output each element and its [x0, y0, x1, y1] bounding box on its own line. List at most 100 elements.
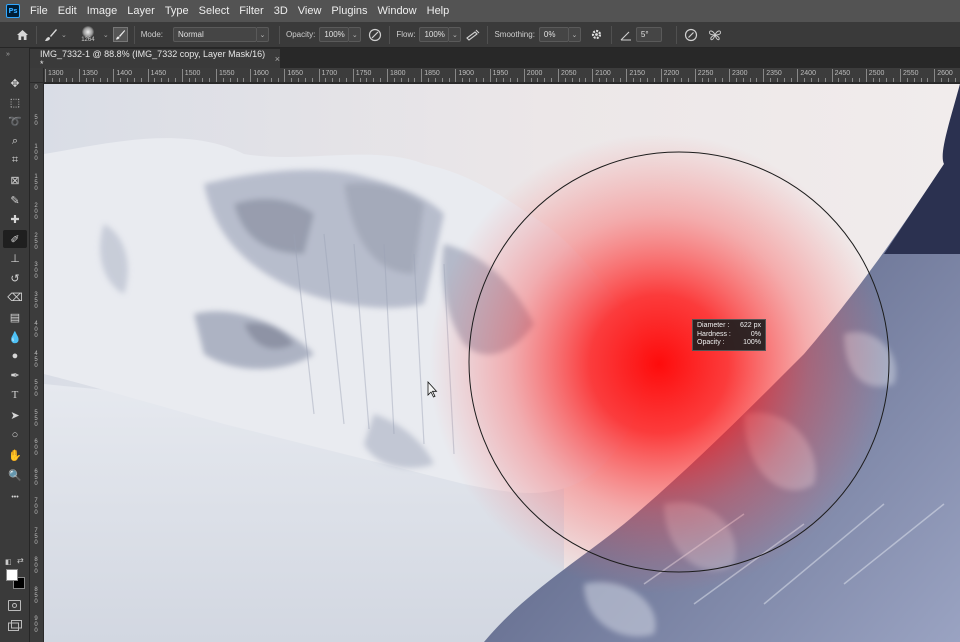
ruler-tick	[86, 78, 88, 82]
pressure-size-icon[interactable]	[683, 27, 699, 43]
screen-mode-icon[interactable]	[8, 620, 22, 631]
divider	[389, 25, 391, 44]
gradient-tool-icon[interactable]: ▤	[3, 308, 27, 326]
menu-edit[interactable]: Edit	[58, 5, 77, 17]
smoothing-input[interactable]: 0%	[538, 27, 569, 42]
ruler-tick	[99, 78, 101, 82]
zoom-tool-icon[interactable]: 🔍	[3, 466, 27, 484]
menu-file[interactable]: File	[30, 5, 48, 17]
photo-snowy-mountain	[44, 84, 960, 642]
menu-layer[interactable]: Layer	[127, 5, 155, 17]
divider	[610, 25, 612, 44]
ruler-tick-label: 8 5 0	[34, 586, 38, 605]
ruler-tick	[434, 78, 436, 82]
vertical-ruler[interactable]: 0 5 0 1 0 0 1 5 0 2 0 0 2 5 0 3 0 0 3 5 0 4 0 0 4…	[30, 83, 44, 642]
menu-view[interactable]: View	[298, 5, 322, 17]
ruler-tick	[701, 78, 703, 82]
collapse-panel-icon[interactable]: »	[6, 51, 10, 58]
menu-filter[interactable]: Filter	[239, 5, 263, 17]
ruler-origin[interactable]	[30, 68, 44, 83]
menu-plugins[interactable]: Plugins	[331, 5, 367, 17]
ruler-tick	[58, 78, 60, 82]
chevron-down-icon[interactable]: ⌄	[349, 27, 362, 42]
chevron-down-icon[interactable]: ⌄	[103, 31, 109, 39]
document-tab-bar: IMG_7332-1 @ 88.8% (IMG_7332 copy, Layer…	[30, 49, 960, 69]
pen-tool-icon[interactable]: ✒	[3, 366, 27, 384]
symmetry-butterfly-icon[interactable]	[707, 27, 723, 43]
chevron-down-icon[interactable]: ⌄	[449, 27, 462, 42]
ruler-tick-label: 1500	[184, 70, 201, 77]
ruler-tick-label: 0	[34, 85, 38, 91]
ruler-tick	[325, 78, 327, 82]
crop-tool-icon[interactable]: ⌗	[3, 151, 27, 169]
photoshop-logo[interactable]: Ps	[6, 4, 20, 18]
dodge-tool-icon[interactable]: ●	[3, 347, 27, 365]
ruler-tick-label: 2250	[697, 70, 714, 77]
ruler-tick	[831, 69, 833, 82]
opacity-input[interactable]: 100%	[319, 27, 350, 42]
airbrush-icon[interactable]	[465, 27, 481, 43]
menu-image[interactable]: Image	[87, 5, 118, 17]
brush-preset-picker[interactable]: 1264	[75, 24, 101, 46]
horizontal-ruler[interactable]: 1300 1350 1400 1450 1500 1550 1600 1650 1700 1750…	[44, 68, 960, 83]
ruler-tick	[202, 78, 204, 82]
menu-type[interactable]: Type	[165, 5, 189, 17]
ruler-tick	[687, 78, 689, 82]
hand-tool-icon[interactable]: ✋	[3, 446, 27, 464]
flow-input[interactable]: 100%	[419, 27, 450, 42]
lasso-tool-icon[interactable]: ➰	[3, 112, 27, 130]
ruler-tick	[359, 78, 361, 82]
ruler-tick	[763, 69, 765, 82]
foreground-color-swatch[interactable]	[6, 569, 18, 581]
eyedropper-tool-icon[interactable]: ✎	[3, 191, 27, 209]
chevron-down-icon[interactable]: ⌄	[256, 27, 269, 42]
ruler-tick	[127, 78, 129, 82]
tools-panel: » ✥ ⬚ ➰ ⌕ ⌗ ⊠ ✎ ✚ ✐ ⊥ ↺ ⌫ ▤ 💧 ● ✒ T ➤ ○ ✋ 🔍 ••• ◧ ⇄	[0, 48, 30, 642]
blur-tool-icon[interactable]: 💧	[3, 328, 27, 346]
path-select-icon[interactable]: ➤	[3, 406, 27, 424]
more-tools-icon[interactable]: •••	[3, 488, 27, 506]
quick-mask-icon[interactable]	[8, 600, 21, 611]
chevron-down-icon[interactable]: ⌄	[61, 31, 67, 39]
mode-select[interactable]: Normal	[172, 27, 257, 42]
brush-settings-panel-icon[interactable]	[112, 27, 128, 42]
ruler-tick-label: 1900	[458, 70, 474, 77]
ruler-tick-label: 3 5 0	[34, 291, 38, 310]
marquee-tool-icon[interactable]: ⬚	[3, 93, 27, 111]
swap-colors-icon[interactable]: ⇄	[17, 556, 24, 565]
ruler-tick	[660, 69, 662, 82]
menu-3d[interactable]: 3D	[274, 5, 288, 17]
menu-help[interactable]: Help	[427, 5, 450, 17]
opacity-label: Opacity:	[285, 30, 316, 39]
quick-select-tool-icon[interactable]: ⌕	[3, 132, 27, 150]
ruler-tick	[838, 78, 840, 82]
brush-tool-icon[interactable]: ✐	[3, 230, 27, 248]
eraser-tool-icon[interactable]: ⌫	[3, 288, 27, 306]
healing-brush-icon[interactable]: ✚	[3, 210, 27, 228]
brush-info-tooltip: Diameter : 622 px Hardness : 0% Opacity : 1…	[692, 319, 766, 351]
close-icon[interactable]: ×	[275, 54, 280, 64]
type-tool-icon[interactable]: T	[3, 386, 27, 404]
document-canvas[interactable]: Diameter : 622 px Hardness : 0% Opacity : 1…	[44, 84, 960, 642]
move-tool-icon[interactable]: ✥	[3, 74, 27, 92]
pressure-opacity-icon[interactable]	[367, 27, 383, 43]
ellipse-tool-icon[interactable]: ○	[3, 426, 27, 444]
ruler-tick	[79, 69, 81, 82]
home-icon[interactable]	[14, 27, 30, 43]
ruler-tick	[612, 78, 614, 82]
brush-angle-input[interactable]: 5°	[635, 27, 662, 42]
ruler-tick	[345, 78, 347, 82]
brush-tool-preset-icon[interactable]	[43, 27, 59, 43]
chevron-down-icon[interactable]: ⌄	[568, 27, 581, 42]
menu-window[interactable]: Window	[378, 5, 417, 17]
ruler-tick-label: 1800	[390, 70, 406, 77]
document-tab[interactable]: IMG_7332-1 @ 88.8% (IMG_7332 copy, Layer…	[30, 49, 280, 69]
default-colors-icon[interactable]: ◧	[5, 558, 12, 566]
smoothing-settings-gear-icon[interactable]	[589, 27, 605, 43]
ruler-tick	[482, 78, 484, 82]
ruler-tick	[845, 78, 847, 82]
history-brush-icon[interactable]: ↺	[3, 269, 27, 287]
clone-stamp-icon[interactable]: ⊥	[3, 249, 27, 267]
menu-select[interactable]: Select	[199, 5, 230, 17]
frame-tool-icon[interactable]: ⊠	[3, 171, 27, 189]
